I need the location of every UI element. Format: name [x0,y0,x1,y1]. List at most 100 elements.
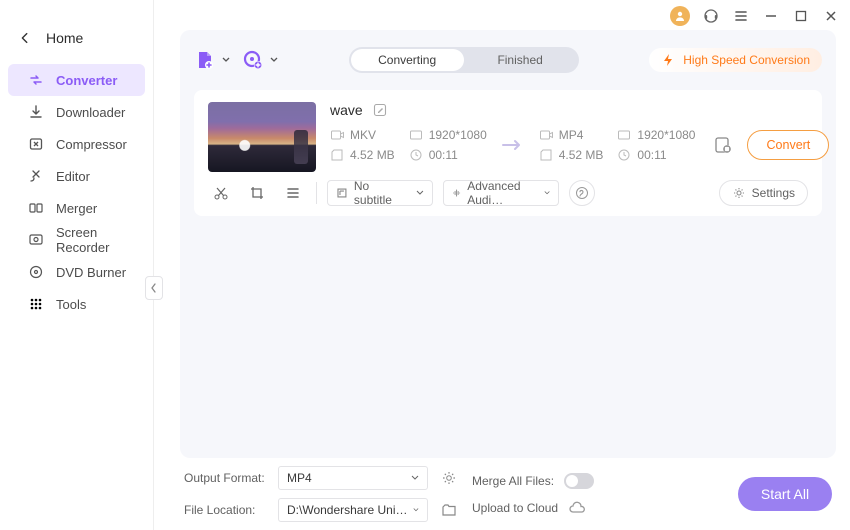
home-label: Home [46,30,83,46]
start-all-label: Start All [761,486,809,502]
sidebar-item-label: DVD Burner [56,265,126,280]
sidebar-collapse-handle[interactable] [145,276,163,300]
home-row[interactable]: Home [0,24,153,64]
cloud-icon[interactable] [568,501,586,515]
hsc-label: High Speed Conversion [683,53,810,67]
file-location-value: D:\Wondershare UniConverter 1 [287,503,413,517]
minimize-button[interactable] [762,7,780,25]
chevron-down-icon [416,189,424,197]
sidebar-item-label: Merger [56,201,97,216]
dst-duration: 00:11 [637,148,666,162]
dst-size: 4.52 MB [559,148,604,162]
output-format-settings-icon[interactable] [438,467,460,489]
sidebar: Home Converter Downloader Compressor Edi… [0,0,154,530]
audio-dropdown[interactable]: Advanced Audi… [443,180,559,206]
sidebar-item-merger[interactable]: Merger [8,192,145,224]
file-card: wave MKV 4.52 MB 1920*1080 00:11 [194,90,822,216]
lightning-icon [661,53,675,67]
menu-icon[interactable] [732,7,750,25]
start-all-button[interactable]: Start All [738,477,832,511]
editor-icon [28,168,44,184]
sidebar-item-dvd-burner[interactable]: DVD Burner [8,256,145,288]
audio-label: Advanced Audi… [467,179,538,207]
sidebar-item-tools[interactable]: Tools [8,288,145,320]
tab-converting[interactable]: Converting [351,49,464,71]
sidebar-item-label: Converter [56,73,117,88]
tab-label: Converting [378,53,436,67]
sidebar-item-label: Editor [56,169,90,184]
convert-arrow-icon [501,137,525,153]
main: Converting Finished High Speed Conversio… [154,0,850,530]
chevron-down-icon [411,474,419,482]
open-folder-icon[interactable] [438,499,460,521]
file-name: wave [330,102,363,118]
chevron-down-icon [270,56,278,64]
src-res: 1920*1080 [429,128,487,142]
close-button[interactable] [822,7,840,25]
sidebar-item-screen-recorder[interactable]: Screen Recorder [8,224,145,256]
sidebar-item-converter[interactable]: Converter [8,64,145,96]
divider [316,182,317,204]
resolution-icon [617,128,631,142]
dvd-burner-icon [28,264,44,280]
screen-recorder-icon [28,232,44,248]
sidebar-item-downloader[interactable]: Downloader [8,96,145,128]
video-format-icon [330,128,344,142]
convert-icon [28,72,44,88]
download-icon [28,104,44,120]
chevron-down-icon [222,56,230,64]
nav-list: Converter Downloader Compressor Editor M… [0,64,153,320]
convert-button[interactable]: Convert [747,130,829,160]
file-settings-button[interactable]: Settings [719,180,808,206]
file-location-label: File Location: [184,503,268,517]
bottom-bar: Output Format: MP4 File Location: D:\Won… [154,458,850,530]
tab-finished[interactable]: Finished [464,49,577,71]
sidebar-item-editor[interactable]: Editor [8,160,145,192]
output-format-label: Output Format: [184,471,268,485]
file-size-icon [539,148,553,162]
status-tabs: Converting Finished [349,47,579,73]
add-file-button[interactable] [194,49,230,71]
chevron-down-icon [544,189,550,197]
support-icon[interactable] [702,7,720,25]
upload-cloud-label: Upload to Cloud [472,501,558,515]
crop-button[interactable] [244,180,270,206]
merger-icon [28,200,44,216]
audio-icon [452,187,461,199]
trim-button[interactable] [208,180,234,206]
chevron-down-icon [413,506,419,514]
file-size-icon [330,148,344,162]
compress-icon [28,136,44,152]
panel: Converting Finished High Speed Conversio… [180,30,836,458]
dst-res: 1920*1080 [637,128,695,142]
duration-icon [617,148,631,162]
subtitle-dropdown[interactable]: No subtitle [327,180,433,206]
panel-toolbar: Converting Finished High Speed Conversio… [194,42,822,78]
effects-button[interactable] [280,180,306,206]
merge-label: Merge All Files: [472,474,554,488]
subtitle-icon [336,187,348,199]
sidebar-item-label: Screen Recorder [56,225,145,255]
src-size: 4.52 MB [350,148,395,162]
edit-name-icon[interactable] [373,103,387,117]
maximize-button[interactable] [792,7,810,25]
high-speed-conversion-button[interactable]: High Speed Conversion [649,48,822,72]
avatar[interactable] [670,6,690,26]
duration-icon [409,148,423,162]
src-format: MKV [350,128,376,142]
output-format-value: MP4 [287,471,312,485]
dst-format: MP4 [559,128,584,142]
sidebar-item-label: Downloader [56,105,125,120]
output-format-select[interactable]: MP4 [278,466,428,490]
subtitle-label: No subtitle [354,179,410,207]
output-settings-icon[interactable] [709,131,737,159]
window-titlebar [154,0,850,28]
video-thumbnail[interactable] [208,102,316,172]
settings-label: Settings [752,186,795,200]
file-location-select[interactable]: D:\Wondershare UniConverter 1 [278,498,428,522]
src-duration: 00:11 [429,148,458,162]
merge-toggle[interactable] [564,473,594,489]
sidebar-item-compressor[interactable]: Compressor [8,128,145,160]
info-button[interactable] [569,180,595,206]
add-from-device-button[interactable] [242,49,278,71]
